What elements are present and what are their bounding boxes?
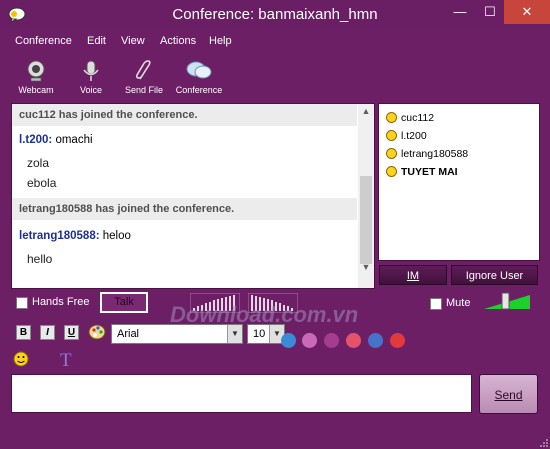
maximize-button[interactable]: ☐ <box>475 0 505 24</box>
menu-help[interactable]: Help <box>209 35 232 47</box>
participant-item[interactable]: cuc112 <box>379 109 539 126</box>
chat-scrollbar[interactable]: ▲ ▼ <box>358 104 374 288</box>
send-button[interactable]: Send <box>479 374 538 414</box>
message-text: omachi <box>52 134 93 146</box>
font-family-value: Arial <box>117 328 140 340</box>
conference-button[interactable]: Conference <box>171 59 227 95</box>
system-message: cuc112 has joined the conference. <box>12 104 357 126</box>
sender-nick: l.t200: <box>19 134 53 146</box>
watermark-dot <box>281 333 296 348</box>
participant-name: cuc112 <box>401 111 435 124</box>
participant-item[interactable]: TUYET MAI <box>379 163 539 180</box>
conference-label: Conference <box>175 85 223 95</box>
smiley-icon <box>386 148 397 159</box>
chat-message: letrang180588: heloo <box>12 230 357 242</box>
smiley-icon <box>386 112 397 123</box>
microphone-icon <box>83 60 99 81</box>
chat-transcript[interactable]: cuc112 has joined the conference. l.t200… <box>11 103 375 289</box>
menu-edit[interactable]: Edit <box>87 35 106 47</box>
watermark-dot <box>390 333 405 348</box>
emoticon-icon[interactable] <box>13 351 29 367</box>
menu-bar: Conference Edit View Actions Help <box>0 31 550 53</box>
italic-button[interactable]: I <box>40 325 55 340</box>
smiley-icon <box>386 130 397 141</box>
menu-actions[interactable]: Actions <box>160 35 196 47</box>
participant-list: cuc112 l.t200 letrang180588 TUYET MAI <box>378 103 540 261</box>
participant-item[interactable]: l.t200 <box>379 127 539 144</box>
participant-name: l.t200 <box>401 129 427 142</box>
sender-nick: letrang180588: <box>19 230 100 242</box>
toolbar: Webcam Voice Send File Conference <box>0 55 550 100</box>
webcam-icon <box>27 60 45 82</box>
ignore-user-button[interactable]: Ignore User <box>451 265 538 285</box>
send-file-label: Send File <box>124 85 164 95</box>
participant-item[interactable]: letrang180588 <box>379 145 539 162</box>
message-line: zola <box>27 156 50 170</box>
font-size-value: 10 <box>253 328 266 340</box>
close-button[interactable]: ✕ <box>504 0 550 24</box>
voice-button[interactable]: Voice <box>63 59 119 95</box>
menu-view[interactable]: View <box>121 35 145 47</box>
watermark-dot <box>368 333 383 348</box>
watermark-dot <box>302 333 317 348</box>
scroll-thumb[interactable] <box>360 176 372 264</box>
message-line: hello <box>27 252 53 266</box>
watermark-dot <box>324 333 339 348</box>
volume-slider[interactable] <box>482 291 532 311</box>
webcam-label: Webcam <box>18 85 54 95</box>
conference-icon <box>186 61 212 79</box>
im-button[interactable]: IM <box>379 265 447 285</box>
system-message: letrang180588 has joined the conference. <box>12 198 357 220</box>
participant-name: TUYET MAI <box>401 165 458 178</box>
send-file-button[interactable]: Send File <box>116 59 172 95</box>
paperclip-icon <box>135 60 151 80</box>
talk-button[interactable]: Talk <box>100 292 148 313</box>
chat-message: l.t200: omachi <box>12 134 357 146</box>
hands-free-label: Hands Free <box>32 296 90 308</box>
minimize-button[interactable]: — <box>445 0 475 24</box>
menu-conference[interactable]: Conference <box>15 35 72 47</box>
voice-label: Voice <box>79 85 103 95</box>
webcam-button[interactable]: Webcam <box>8 59 64 95</box>
hands-free-checkbox[interactable] <box>16 297 28 309</box>
scroll-down-icon[interactable]: ▼ <box>358 262 374 272</box>
smiley-icon <box>386 166 397 177</box>
message-line: ebola <box>27 176 57 190</box>
participant-name: letrang180588 <box>401 147 469 160</box>
text-style-button[interactable]: T <box>60 350 72 372</box>
palette-icon[interactable] <box>88 323 106 341</box>
mute-label: Mute <box>446 297 471 309</box>
mute-checkbox[interactable] <box>430 298 442 310</box>
resize-grip-icon[interactable] <box>538 437 548 447</box>
scroll-up-icon[interactable]: ▲ <box>358 106 374 116</box>
send-label: Send <box>494 388 523 402</box>
watermark-dot <box>346 333 361 348</box>
title-bar: Conference: banmaixanh_hmn — ☐ ✕ <box>0 0 550 31</box>
message-input[interactable] <box>11 374 472 413</box>
watermark: Download.com.vn <box>170 302 359 327</box>
message-text: heloo <box>99 230 131 242</box>
bold-button[interactable]: B <box>16 325 31 340</box>
underline-button[interactable]: U <box>64 325 79 340</box>
